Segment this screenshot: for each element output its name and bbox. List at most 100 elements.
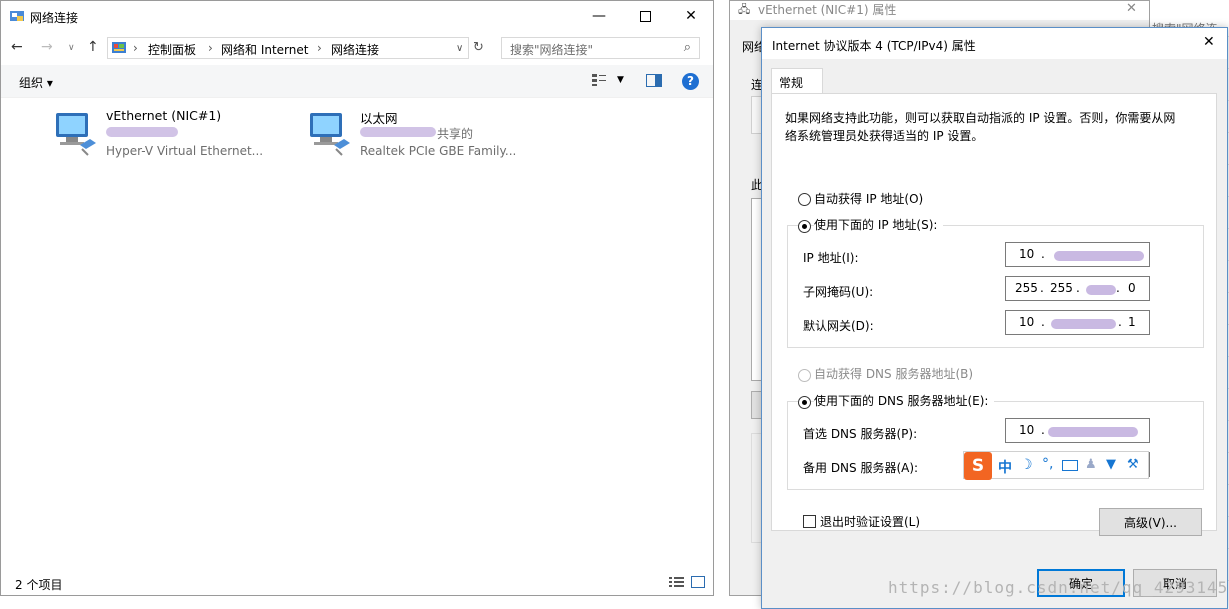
manual-ip-label[interactable]: 使用下面的 IP 地址(S):	[814, 216, 944, 233]
adapter-item-ethernet[interactable]: 以太网 共享的 Realtek PCIe GBE Family...	[306, 105, 546, 165]
breadcrumb-separator-icon: ›	[133, 41, 138, 55]
preferred-dns-label: 首选 DNS 服务器(P):	[803, 427, 918, 441]
manual-dns-label[interactable]: 使用下面的 DNS 服务器地址(E):	[814, 392, 995, 409]
adapter-device: Hyper-V Virtual Ethernet...	[106, 144, 264, 158]
ipv4-description: 如果网络支持此功能，则可以获取自动指派的 IP 设置。否则，你需要从网 络系统管…	[785, 111, 1176, 143]
auto-ip-radio[interactable]	[798, 193, 811, 206]
recent-chevron-icon[interactable]: ∨	[68, 43, 75, 53]
punctuation-icon[interactable]: °,	[1042, 456, 1053, 472]
mask-octet-2: 255	[1050, 281, 1073, 295]
validate-checkbox[interactable]	[803, 515, 816, 528]
network-folder-icon	[9, 8, 25, 24]
gateway-octet-4: 1	[1128, 315, 1136, 329]
manual-dns-radio[interactable]	[798, 396, 811, 409]
adapter-name: vEthernet (NIC#1)	[106, 108, 222, 123]
adapter-device: Realtek PCIe GBE Family...	[360, 144, 517, 158]
network-adapter-icon	[52, 109, 100, 157]
breadcrumb-separator-icon: ›	[317, 41, 322, 55]
breadcrumb-network-connections[interactable]: 网络连接	[331, 41, 379, 58]
watermark: https://blog.csdn.net/qq_42931459	[888, 578, 1229, 597]
keyboard-icon[interactable]	[1062, 460, 1078, 471]
octet-dot: .	[1116, 281, 1120, 295]
maximize-icon	[639, 10, 651, 22]
help-icon[interactable]: ?	[682, 73, 699, 90]
manual-ip-radio[interactable]	[798, 220, 811, 233]
validate-label[interactable]: 退出时验证设置(L)	[820, 513, 920, 530]
user-icon[interactable]: ♟	[1085, 457, 1097, 472]
gateway-field[interactable]: 10 . . 1	[1005, 310, 1150, 335]
properties-close-icon[interactable]: ✕	[1126, 1, 1137, 16]
moon-icon[interactable]: ☽	[1020, 457, 1033, 473]
explorer-title: 网络连接	[30, 11, 79, 25]
redacted-octets	[1048, 427, 1138, 437]
octet-dot: .	[1076, 281, 1080, 295]
auto-ip-label[interactable]: 自动获得 IP 地址(O)	[814, 190, 923, 207]
breadcrumb-control-panel[interactable]: 控制面板	[148, 41, 196, 58]
view-dropdown-icon[interactable]: ▼	[617, 75, 624, 85]
ime-chinese-mode[interactable]: 中	[998, 457, 1012, 477]
organize-menu[interactable]: 组织 ▾	[19, 74, 53, 91]
breadcrumb-separator-icon: ›	[208, 41, 213, 55]
network-adapter-icon	[306, 109, 354, 157]
large-icons-view-icon[interactable]	[691, 576, 705, 588]
gateway-label: 默认网关(D):	[803, 319, 874, 333]
close-icon: ✕	[685, 8, 697, 24]
dns-octet-1: 10	[1019, 423, 1035, 437]
adapter-item-vethernet[interactable]: vEthernet (NIC#1) Hyper-V Virtual Ethern…	[52, 105, 292, 165]
back-arrow-icon[interactable]: ←	[11, 39, 23, 55]
adapter-name: 以太网	[360, 111, 398, 126]
redacted-status	[360, 127, 436, 137]
breadcrumb-network-internet[interactable]: 网络和 Internet	[221, 41, 308, 58]
octet-dot: .	[1041, 423, 1045, 437]
mask-octet-1: 255	[1015, 281, 1038, 295]
up-arrow-icon[interactable]: ↑	[87, 39, 99, 55]
minimize-icon: —	[592, 8, 606, 24]
minimize-button[interactable]: —	[576, 1, 622, 31]
ipv4-titlebar: Internet 协议版本 4 (TCP/IPv4) 属性 ✕	[762, 28, 1227, 59]
subnet-mask-field[interactable]: 255 . 255 . . 0	[1005, 276, 1150, 301]
forward-arrow-icon[interactable]: →	[41, 39, 53, 55]
octet-dot: .	[1118, 315, 1122, 329]
octet-dot: .	[1040, 281, 1044, 295]
preview-pane-icon[interactable]	[646, 74, 662, 87]
auto-dns-radio[interactable]	[798, 369, 811, 382]
adapter-status: 共享的	[437, 127, 474, 141]
ipv4-title: Internet 协议版本 4 (TCP/IPv4) 属性	[772, 39, 976, 53]
ipv4-properties-dialog: Internet 协议版本 4 (TCP/IPv4) 属性 ✕ 常规 如果网络支…	[761, 27, 1228, 609]
search-icon[interactable]: ⌕	[684, 40, 691, 55]
change-view-icon[interactable]	[591, 73, 607, 87]
skin-shirt-icon[interactable]: ▼	[1106, 457, 1116, 472]
properties-title: vEthernet (NIC#1) 属性	[758, 3, 897, 17]
explorer-window: 网络连接 — ✕ ← → ∨ ↑ › 控制面板 › 网络和 Internet ›…	[0, 0, 714, 596]
octet-dot: .	[1041, 315, 1045, 329]
item-count: 2 个项目	[15, 578, 63, 592]
redacted-octets	[1051, 319, 1116, 329]
refresh-icon[interactable]: ↻	[473, 40, 484, 55]
explorer-toolbar: 组织 ▾ ▼ ?	[1, 65, 713, 98]
auto-dns-label[interactable]: 自动获得 DNS 服务器地址(B)	[814, 365, 973, 382]
tab-general[interactable]: 常规	[771, 68, 823, 94]
adapter-icon: 🖧	[738, 3, 751, 16]
ip-address-label: IP 地址(I):	[803, 251, 859, 265]
mask-octet-4: 0	[1128, 281, 1136, 295]
wrench-icon[interactable]: ⚒	[1127, 457, 1139, 472]
close-button[interactable]: ✕	[668, 1, 714, 31]
advanced-button[interactable]: 高级(V)...	[1099, 508, 1202, 536]
redacted-status	[106, 127, 178, 137]
octet-dot: .	[1041, 247, 1045, 261]
maximize-button[interactable]	[622, 1, 668, 31]
explorer-titlebar: 网络连接 — ✕	[1, 1, 713, 32]
sogou-logo-icon[interactable]: S	[964, 452, 992, 480]
gateway-octet-1: 10	[1019, 315, 1035, 329]
address-bar[interactable]: › 控制面板 › 网络和 Internet › 网络连接 ∨	[107, 37, 469, 59]
search-placeholder: 搜索"网络连接"	[510, 43, 594, 57]
ime-toolbar: S 中 ☽ °, ♟ ▼ ⚒	[963, 451, 1149, 480]
control-panel-icon	[111, 40, 127, 56]
redacted-octets	[1054, 251, 1144, 261]
ip-address-field[interactable]: 10 .	[1005, 242, 1150, 267]
details-view-icon[interactable]	[669, 576, 685, 588]
address-dropdown-icon[interactable]: ∨	[456, 43, 463, 54]
ipv4-close-icon[interactable]: ✕	[1203, 34, 1215, 50]
search-input[interactable]: 搜索"网络连接" ⌕	[501, 37, 700, 59]
preferred-dns-field[interactable]: 10 .	[1005, 418, 1150, 443]
